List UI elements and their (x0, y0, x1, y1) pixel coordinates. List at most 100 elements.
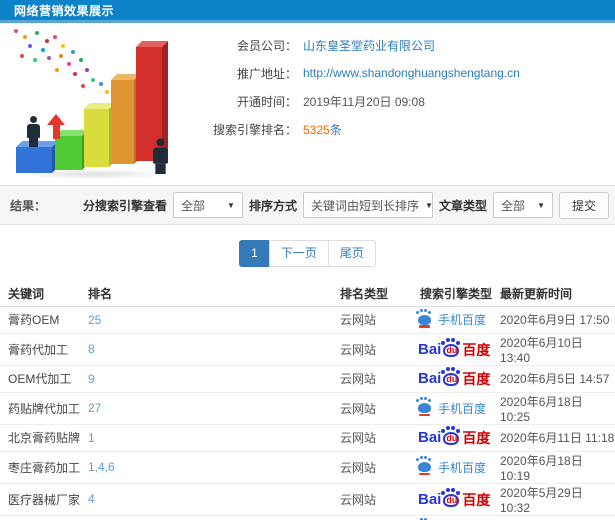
engine-select[interactable]: 全部 ▼ (172, 192, 243, 218)
keyword-cell: OEM代加工 (0, 365, 85, 393)
article-type-select[interactable]: 全部 ▼ (492, 192, 553, 218)
updated-cell: 2020年6月18日 10:19 (500, 451, 615, 484)
keyword-cell: 医疗器械厂家 (0, 483, 85, 516)
engine-type-cell: Bai du 百度 (402, 365, 500, 393)
keyword-cell: 菏泽膏药厂家 (0, 515, 85, 520)
info-section: 会员公司： 山东皇圣堂药业有限公司 推广地址： http://www.shand… (0, 23, 615, 185)
baidu-bai-text: Bai (418, 429, 442, 446)
table-row[interactable]: OEM代加工 9 云网站 Bai du 百度 2020年6月5日 14:57 (0, 365, 615, 393)
rank-cell[interactable]: 1,4,6 (85, 451, 340, 484)
title-bar: 网络营销效果展示 (0, 0, 615, 23)
opened-time-row: 开通时间： 2019年11月20日 09:08 (185, 87, 615, 115)
keyword-cell: 药贴牌代加工 (0, 392, 85, 425)
illustration-bar-green (55, 136, 82, 170)
illustration-bar-orange (111, 80, 134, 164)
illustration-bar-blue (16, 147, 52, 173)
baidu-paw-icon: du (441, 340, 460, 357)
page-1-button[interactable]: 1 (239, 240, 270, 267)
updated-cell: 2020年5月29日 10:32 (500, 483, 615, 516)
company-link[interactable]: 山东皇圣堂药业有限公司 (303, 37, 435, 54)
baidu-paw-icon: du (441, 490, 460, 507)
rank-cell[interactable]: 8 (85, 333, 340, 366)
table-row[interactable]: 枣庄膏药加工 1,4,6 云网站 手机百度 2020年6月18日 10:19 (0, 451, 615, 484)
table-row[interactable]: 膏药OEM 25 云网站 手机百度 2020年6月9日 17:50 (0, 306, 615, 334)
mobile-baidu-logo: 手机百度 (416, 458, 487, 476)
engine-rank-label: 搜索引擎排名： (212, 122, 297, 137)
opened-time-label: 开通时间： (236, 94, 297, 109)
rank-cell[interactable]: 9 (85, 365, 340, 393)
rank-cell[interactable]: 1 (85, 424, 340, 452)
table-row[interactable]: 菏泽膏药厂家 17 云网站 手机百度 2020年6月11日 11:40 (0, 515, 615, 520)
rank-type-cell: 云网站 (340, 365, 402, 393)
last-page-button[interactable]: 尾页 (327, 240, 376, 267)
updated-cell: 2020年6月10日 13:40 (500, 333, 615, 366)
baidu-logo: Bai du 百度 (418, 340, 490, 357)
businessman-figure-right (153, 138, 168, 174)
baidu-cn-text: 百度 (462, 491, 491, 508)
company-row: 会员公司： 山东皇圣堂药业有限公司 (185, 31, 615, 59)
baidu-paw-icon: du (441, 370, 460, 386)
header-engine-type: 搜索引擎类型 (402, 281, 500, 307)
header-rank-type: 排名类型 (340, 281, 402, 307)
mobile-baidu-paw-icon (416, 310, 431, 328)
updated-cell: 2020年6月11日 11:40 (500, 515, 615, 520)
rank-type-cell: 云网站 (340, 515, 402, 520)
engine-type-cell: Bai du 百度 (402, 483, 500, 516)
engine-select-value: 全部 (180, 198, 205, 213)
updated-cell: 2020年6月18日 10:25 (500, 392, 615, 425)
engine-type-cell: 手机百度 (402, 451, 500, 484)
promo-url-label: 推广地址： (236, 66, 297, 81)
baidu-du-text: du (446, 374, 458, 384)
header-updated: 最新更新时间 (500, 281, 615, 307)
baidu-paw-icon: du (441, 429, 460, 445)
baidu-logo: Bai du 百度 (418, 490, 491, 508)
rank-cell[interactable]: 17 (85, 515, 340, 520)
keyword-ranking-table: 关键词 排名 排名类型 搜索引擎类型 最新更新时间 膏药OEM 25 云网站 手… (0, 281, 615, 520)
member-info: 会员公司： 山东皇圣堂药业有限公司 推广地址： http://www.shand… (185, 27, 615, 143)
rank-cell[interactable]: 4 (85, 483, 340, 516)
submit-button[interactable]: 提交 (558, 191, 609, 219)
sort-select-value: 关键词由短到长排序 (310, 198, 419, 213)
header-keyword: 关键词 (0, 281, 85, 307)
sort-filter-label: 排序方式 (248, 198, 297, 213)
article-type-select-value: 全部 (500, 198, 525, 213)
engine-type-cell: 手机百度 (402, 306, 500, 334)
article-type-label: 文章类型 (438, 198, 487, 213)
baidu-cn-text: 百度 (462, 430, 491, 446)
businessman-figure-left (27, 116, 40, 147)
baidu-du-text: du (446, 344, 458, 355)
pagination: 1 下一页 尾页 (0, 240, 615, 267)
header-rank: 排名 (85, 281, 340, 307)
rank-count: 5325 (303, 122, 330, 137)
baidu-bai-text: Bai (418, 370, 442, 387)
page: 网络营销效果展示 会员公司： 山东皇圣堂药业有限公司 推广地址： http://… (0, 0, 615, 520)
sort-select[interactable]: 关键词由短到长排序 ▼ (302, 192, 433, 218)
table-row[interactable]: 膏药代加工 8 云网站 Bai du 百度 2020年6月10日 13:40 (0, 333, 615, 366)
engine-type-cell: 手机百度 (402, 515, 500, 520)
updated-cell: 2020年6月5日 14:57 (500, 365, 615, 393)
keyword-cell: 枣庄膏药加工 (0, 451, 85, 484)
company-label: 会员公司： (236, 38, 297, 53)
promo-url-row: 推广地址： http://www.shandonghuangshengtang.… (185, 59, 615, 87)
rank-cell[interactable]: 25 (85, 306, 340, 334)
next-page-button[interactable]: 下一页 (268, 240, 329, 267)
table-row[interactable]: 医疗器械厂家 4 云网站 Bai du 百度 2020年5月29日 10:32 (0, 483, 615, 516)
illustration-bar-yellow (84, 109, 109, 167)
keyword-cell: 膏药OEM (0, 306, 85, 334)
table-row[interactable]: 北京膏药贴牌 1 云网站 Bai du 百度 2020年6月11日 11:18 (0, 424, 615, 452)
chevron-down-icon: ▼ (537, 200, 545, 210)
opened-time-value: 2019年11月20日 09:08 (303, 94, 425, 109)
chevron-down-icon: ▼ (424, 200, 433, 210)
table-row[interactable]: 药贴牌代加工 27 云网站 手机百度 2020年6月18日 10:25 (0, 392, 615, 425)
promo-url-link[interactable]: http://www.shandonghuangshengtang.cn (303, 66, 520, 80)
rank-unit: 条 (329, 122, 342, 137)
confetti-decoration (14, 29, 18, 33)
rank-type-cell: 云网站 (340, 483, 402, 516)
result-label: 结果： (10, 198, 47, 213)
engine-type-cell: Bai du 百度 (402, 333, 500, 366)
keyword-cell: 北京膏药贴牌 (0, 424, 85, 452)
mobile-baidu-text: 手机百度 (438, 460, 487, 475)
baidu-cn-text: 百度 (462, 371, 491, 387)
rank-cell[interactable]: 27 (85, 392, 340, 425)
baidu-logo: Bai du 百度 (418, 370, 491, 387)
